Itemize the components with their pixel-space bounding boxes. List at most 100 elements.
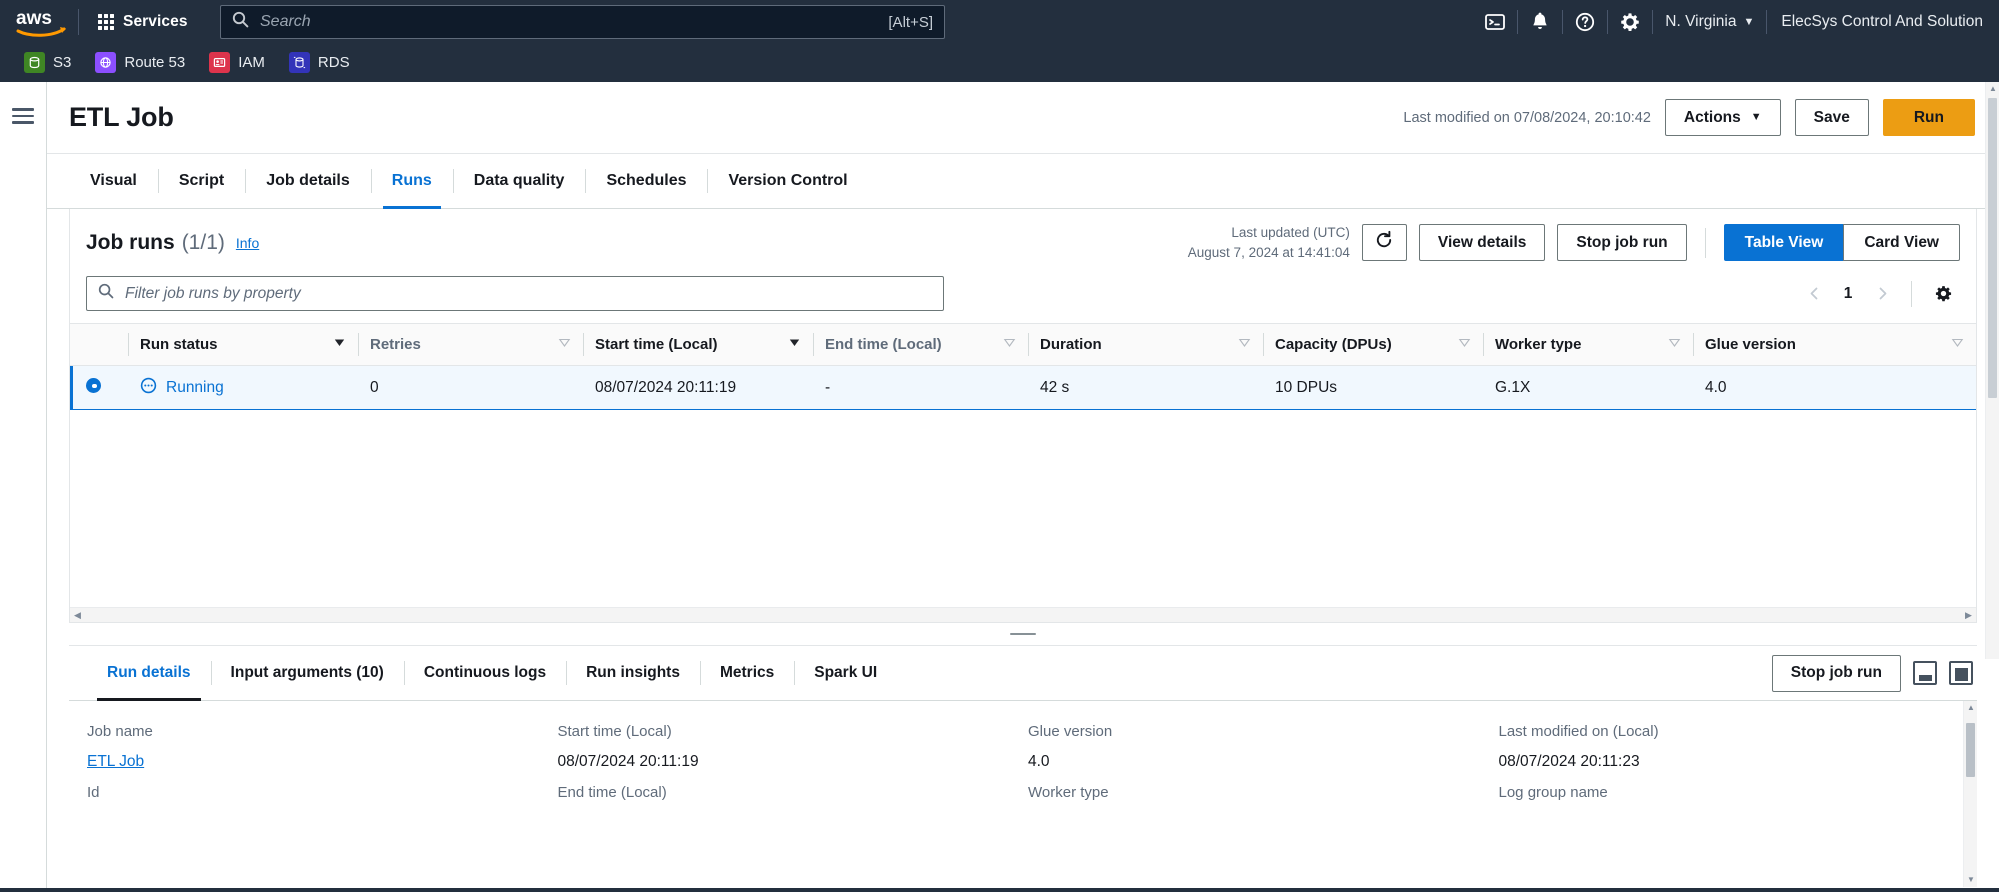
route53-icon [95, 52, 117, 73]
card-view-button[interactable]: Card View [1843, 224, 1960, 262]
horizontal-scrollbar[interactable]: ◀ ▶ [70, 607, 1976, 623]
run-details-panel: Run details Input arguments (10) Continu… [69, 645, 1977, 887]
column-glue-version[interactable]: Glue version [1693, 323, 1976, 367]
previous-page-icon[interactable] [1799, 279, 1829, 309]
filter-row: 1 [70, 272, 1976, 323]
favorite-label: RDS [317, 54, 350, 71]
cell-end-time: - [813, 365, 1028, 411]
global-search-box[interactable]: [Alt+S] [220, 5, 945, 39]
sort-icon [788, 336, 801, 353]
cell-start-time: 08/07/2024 20:11:19 [583, 365, 813, 411]
tab-run-insights[interactable]: Run insights [566, 646, 700, 700]
cell-run-status: Running [128, 365, 358, 411]
column-run-status[interactable]: Run status [128, 323, 358, 367]
tab-schedules[interactable]: Schedules [585, 154, 707, 208]
search-input[interactable] [258, 12, 881, 32]
filter-input-wrapper[interactable] [86, 276, 944, 312]
status-badge: Running [140, 377, 346, 399]
column-duration[interactable]: Duration [1028, 323, 1263, 367]
favorite-item-rds[interactable]: RDS [279, 48, 360, 77]
column-worker-type[interactable]: Worker type [1483, 323, 1693, 367]
scroll-down-icon[interactable]: ▼ [1964, 873, 1978, 887]
table-view-label: Table View [1744, 233, 1824, 251]
filter-input[interactable] [123, 283, 932, 304]
table-preferences-gear-icon[interactable] [1926, 279, 1960, 309]
tab-visual[interactable]: Visual [69, 154, 158, 208]
tab-label: Run insights [586, 664, 680, 681]
tab-version-control[interactable]: Version Control [707, 154, 868, 208]
page-vertical-scrollbar[interactable]: ▲ [1985, 82, 1999, 659]
tab-continuous-logs[interactable]: Continuous logs [403, 646, 566, 700]
account-menu[interactable]: ElecSys Control And Solution [1767, 0, 1999, 44]
favorite-item-route53[interactable]: Route 53 [85, 48, 195, 77]
row-select-cell[interactable] [70, 365, 128, 411]
aws-logo[interactable]: aws [16, 7, 68, 37]
tab-spark-ui[interactable]: Spark UI [794, 646, 897, 700]
last-updated-value: August 7, 2024 at 14:41:04 [1187, 244, 1350, 260]
field-label: End time (Local) [557, 784, 667, 801]
tab-data-quality[interactable]: Data quality [452, 154, 586, 208]
search-icon [98, 283, 114, 304]
tab-runs[interactable]: Runs [370, 154, 453, 209]
column-retries[interactable]: Retries [358, 323, 583, 367]
scroll-left-icon[interactable]: ◀ [70, 610, 85, 621]
stop-job-run-button[interactable]: Stop job run [1557, 224, 1687, 262]
column-capacity[interactable]: Capacity (DPUs) [1263, 323, 1483, 367]
sort-icon [1668, 336, 1681, 353]
in-progress-icon [140, 377, 157, 399]
scrollbar-thumb[interactable] [1988, 98, 1997, 398]
table-row[interactable]: Running 0 08/07/2024 20:11:19 - 42 s 10 … [70, 365, 1976, 411]
sort-icon [558, 336, 571, 353]
services-menu-button[interactable]: Services [89, 8, 197, 36]
actions-button[interactable]: Actions ▼ [1664, 99, 1781, 136]
page-number[interactable]: 1 [1835, 285, 1861, 303]
cell-worker-type: G.1X [1483, 365, 1693, 411]
info-link[interactable]: Info [236, 235, 259, 251]
table-view-button[interactable]: Table View [1723, 224, 1844, 262]
panel-splitter[interactable] [47, 623, 1999, 645]
job-runs-panel: Job runs (1/1) Info Last updated (UTC) A… [69, 209, 1977, 623]
stop-job-run-button-bottom[interactable]: Stop job run [1771, 654, 1901, 692]
iam-icon [209, 52, 231, 73]
column-start-time[interactable]: Start time (Local) [583, 323, 813, 367]
field-value-start-time: 08/07/2024 20:11:19 [557, 753, 699, 770]
job-runs-table: Run status Retries Start time (Local) En… [70, 323, 1976, 411]
tab-label: Script [178, 172, 225, 189]
job-runs-toolbar: Last updated (UTC) August 7, 2024 at 14:… [1188, 223, 1960, 262]
notifications-icon[interactable] [1518, 0, 1562, 44]
field-value-job-name[interactable]: ETL Job [87, 753, 540, 771]
tab-metrics[interactable]: Metrics [699, 646, 794, 700]
tab-input-arguments[interactable]: Input arguments (10) [210, 646, 404, 700]
refresh-button[interactable] [1361, 224, 1407, 262]
cloudshell-icon[interactable] [1473, 0, 1517, 44]
job-runs-header: Job runs (1/1) Info Last updated (UTC) A… [70, 209, 1976, 273]
svg-text:aws: aws [16, 8, 52, 29]
view-details-button[interactable]: View details [1418, 224, 1546, 262]
favorite-label: IAM [238, 54, 265, 71]
run-button[interactable]: Run [1882, 99, 1975, 136]
favorite-item-iam[interactable]: IAM [199, 48, 275, 77]
scrollbar-thumb[interactable] [1966, 723, 1975, 777]
detail-vertical-scrollbar[interactable]: ▲ ▼ [1963, 701, 1977, 887]
column-end-time[interactable]: End time (Local) [813, 323, 1028, 367]
tab-label: Run details [107, 664, 191, 681]
settings-icon[interactable] [1608, 0, 1652, 44]
tab-run-details[interactable]: Run details [87, 646, 211, 701]
scroll-up-icon[interactable]: ▲ [1986, 82, 1999, 96]
scroll-up-icon[interactable]: ▲ [1964, 701, 1978, 715]
help-icon[interactable] [1563, 0, 1607, 44]
detail-column: Job name ETL Job Id [87, 723, 558, 814]
tab-job-details[interactable]: Job details [245, 154, 371, 208]
account-label: ElecSys Control And Solution [1781, 13, 1983, 30]
job-runs-title: Job runs [86, 230, 175, 254]
row-radio-selected[interactable] [86, 377, 101, 393]
menu-toggle-icon[interactable] [9, 104, 37, 128]
split-pane-icon[interactable] [1913, 661, 1937, 685]
save-button[interactable]: Save [1794, 99, 1869, 136]
region-selector[interactable]: N. Virginia ▼ [1653, 0, 1766, 44]
full-pane-icon[interactable] [1949, 661, 1973, 685]
tab-script[interactable]: Script [157, 154, 245, 208]
favorite-item-s3[interactable]: S3 [14, 48, 81, 77]
scroll-right-icon[interactable]: ▶ [1961, 610, 1976, 621]
next-page-icon[interactable] [1867, 279, 1897, 309]
